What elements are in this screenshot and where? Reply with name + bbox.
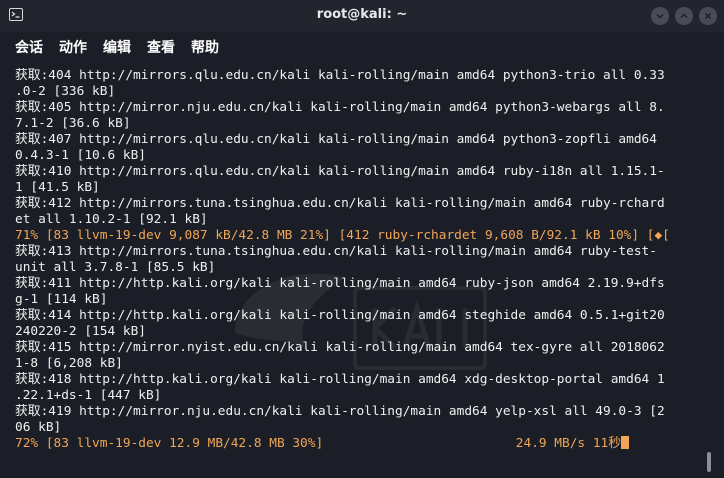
line-text: 获取:410 http://mirrors.qlu.edu.cn/kali ka… bbox=[15, 164, 665, 179]
line-text: 获取:414 http://http.kali.org/kali kali-ro… bbox=[15, 308, 665, 323]
minimize-button[interactable] bbox=[651, 7, 669, 25]
line-text: 72% [83 llvm-19-dev 12.9 MB/42.8 MB 30%]… bbox=[15, 436, 622, 451]
line-text: 1 [41.5 kB] bbox=[15, 180, 100, 195]
progress-line: 72% [83 llvm-19-dev 12.9 MB/42.8 MB 30%]… bbox=[15, 436, 705, 452]
output-line: 获取:404 http://mirrors.qlu.edu.cn/kali ka… bbox=[15, 68, 705, 84]
line-text: 获取:415 http://mirror.nyist.edu.cn/kali k… bbox=[15, 340, 665, 355]
output-line: 获取:407 http://mirrors.qlu.edu.cn/kali ka… bbox=[15, 132, 705, 148]
output-line: 1-8 [6,208 kB] bbox=[15, 356, 705, 372]
output-line: 获取:418 http://http.kali.org/kali kali-ro… bbox=[15, 372, 705, 388]
close-button[interactable] bbox=[699, 7, 717, 25]
line-text: 1-8 [6,208 kB] bbox=[15, 356, 123, 371]
minimize-icon bbox=[656, 14, 664, 19]
output-line: 7.1-2 [36.6 kB] bbox=[15, 116, 705, 132]
output-line: 获取:411 http://http.kali.org/kali kali-ro… bbox=[15, 276, 705, 292]
terminal-window: root@kali: ~ 会话 动作 编辑 查看 帮助 获取:404 http:… bbox=[0, 0, 724, 478]
output-line: unit all 3.7.8-1 [85.5 kB] bbox=[15, 260, 705, 276]
output-line: 获取:414 http://http.kali.org/kali kali-ro… bbox=[15, 308, 705, 324]
line-text: g-1 [114 kB] bbox=[15, 292, 108, 307]
output-line: 获取:413 http://mirrors.tuna.tsinghua.edu.… bbox=[15, 244, 705, 260]
menu-bar: 会话 动作 编辑 查看 帮助 bbox=[0, 32, 724, 58]
line-text: 7.1-2 [36.6 kB] bbox=[15, 116, 131, 131]
line-text: 获取:418 http://http.kali.org/kali kali-ro… bbox=[15, 372, 665, 387]
output-line: et all 1.10.2-1 [92.1 kB] bbox=[15, 212, 705, 228]
line-text: .22.1+ds-1 [447 kB] bbox=[15, 388, 162, 403]
title-bar[interactable]: root@kali: ~ bbox=[0, 0, 724, 32]
line-text: et all 1.10.2-1 [92.1 kB] bbox=[15, 212, 208, 227]
line-text: 获取:412 http://mirrors.tuna.tsinghua.edu.… bbox=[15, 196, 665, 211]
line-text: 获取:405 http://mirror.nju.edu.cn/kali kal… bbox=[15, 100, 665, 115]
output-line: g-1 [114 kB] bbox=[15, 292, 705, 308]
line-text: 240220-2 [154 kB] bbox=[15, 324, 146, 339]
menu-help[interactable]: 帮助 bbox=[191, 37, 219, 57]
line-text: 获取:407 http://mirrors.qlu.edu.cn/kali ka… bbox=[15, 132, 657, 147]
output-line: 获取:415 http://mirror.nyist.edu.cn/kali k… bbox=[15, 340, 705, 356]
line-text: 获取:411 http://http.kali.org/kali kali-ro… bbox=[15, 276, 665, 291]
progress-line: 71% [83 llvm-19-dev 9,087 kB/42.8 MB 21%… bbox=[15, 228, 705, 244]
line-text: 06 kB] bbox=[15, 420, 62, 435]
output-line: 获取:405 http://mirror.nju.edu.cn/kali kal… bbox=[15, 100, 705, 116]
output-line: 1 [41.5 kB] bbox=[15, 180, 705, 196]
menu-actions[interactable]: 动作 bbox=[59, 37, 87, 57]
menu-session[interactable]: 会话 bbox=[15, 37, 43, 57]
line-text: 获取:413 http://mirrors.tuna.tsinghua.edu.… bbox=[15, 244, 657, 259]
scrollbar[interactable] bbox=[707, 452, 711, 472]
output-line: .22.1+ds-1 [447 kB] bbox=[15, 388, 705, 404]
close-icon bbox=[705, 13, 711, 19]
line-text: 获取:404 http://mirrors.qlu.edu.cn/kali ka… bbox=[15, 68, 665, 83]
line-text: 获取:419 http://mirror.nju.edu.cn/kali kal… bbox=[15, 404, 665, 419]
output-line: 06 kB] bbox=[15, 420, 705, 436]
line-text: .0-2 [336 kB] bbox=[15, 84, 116, 99]
menu-view[interactable]: 查看 bbox=[147, 37, 175, 57]
output-line: 240220-2 [154 kB] bbox=[15, 324, 705, 340]
line-text: 71% [83 llvm-19-dev 9,087 kB/42.8 MB 21%… bbox=[15, 228, 670, 243]
window-title: root@kali: ~ bbox=[316, 7, 408, 22]
output-line: 0.4.3-1 [10.6 kB] bbox=[15, 148, 705, 164]
terminal-lines: 获取:404 http://mirrors.qlu.edu.cn/kali ka… bbox=[15, 68, 705, 452]
menu-edit[interactable]: 编辑 bbox=[103, 37, 131, 57]
output-line: 获取:419 http://mirror.nju.edu.cn/kali kal… bbox=[15, 404, 705, 420]
output-line: .0-2 [336 kB] bbox=[15, 84, 705, 100]
output-line: 获取:412 http://mirrors.tuna.tsinghua.edu.… bbox=[15, 196, 705, 212]
terminal-output[interactable]: 获取:404 http://mirrors.qlu.edu.cn/kali ka… bbox=[0, 58, 724, 478]
maximize-button[interactable] bbox=[675, 7, 693, 25]
terminal-cursor bbox=[621, 436, 630, 449]
line-text: unit all 3.7.8-1 [85.5 kB] bbox=[15, 260, 216, 275]
output-line: 获取:410 http://mirrors.qlu.edu.cn/kali ka… bbox=[15, 164, 705, 180]
maximize-icon bbox=[680, 13, 688, 18]
line-text: 0.4.3-1 [10.6 kB] bbox=[15, 148, 146, 163]
